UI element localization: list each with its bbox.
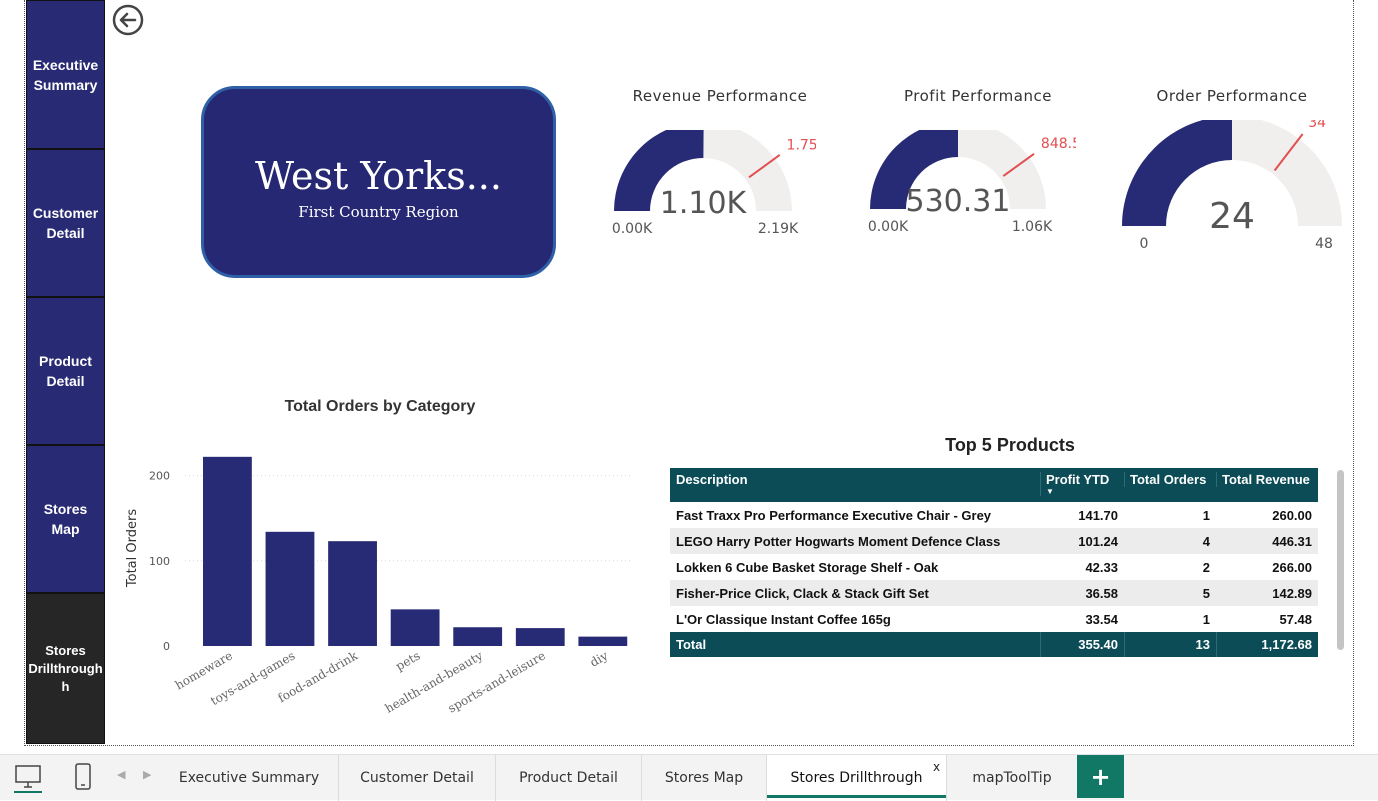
cell-description: LEGO Harry Potter Hogwarts Moment Defenc… [676,533,1001,549]
gauge-max-label: 1.06K [1012,219,1053,235]
y-axis-title: Total Orders [125,509,140,588]
cell-description: Fast Traxx Pro Performance Executive Cha… [676,507,992,523]
header-profit-ytd[interactable]: Profit YTD ▼ [1040,472,1124,496]
profit-gauge: 848.57 530.310.00K 1.06K [868,130,1076,235]
profit-gauge-title: Profit Performance [904,87,1052,105]
bar-pets [390,609,440,646]
table-row[interactable]: Fisher-Price Click, Clack & Stack Gift S… [670,580,1318,606]
cell-total-revenue: 446.31 [1272,533,1312,549]
cell-profit-ytd: 101.24 [1078,533,1118,549]
cell-total-revenue: 142.89 [1272,585,1312,601]
gauge-target-label: 34 [1308,120,1326,131]
desktop-view-icon[interactable] [14,763,42,793]
sort-descending-icon: ▼ [1046,487,1054,496]
region-subtitle: First Country Region [298,203,459,221]
bar-health-and-beauty [453,627,503,646]
bar-food-and-drink [328,541,377,646]
header-description[interactable]: Description [670,472,1040,487]
table-title: Top 5 Products [945,435,1075,455]
bar-homeware [203,456,252,646]
tab-executive-summary[interactable]: Executive Summary [160,755,339,801]
back-arrow-circle-icon[interactable] [112,4,144,36]
nav-button-customer-detail[interactable]: Customer Detail [26,149,105,297]
gauge-min-label: 0.00K [868,219,909,235]
gauge-target-label: 848.57 [1041,136,1076,152]
bar-sports-and-leisure [515,628,565,646]
cell-total-orders: 1 [1202,507,1210,523]
gauge-max-label: 2.19K [758,221,799,237]
table-scrollbar[interactable] [1337,470,1344,650]
mobile-view-icon[interactable] [74,763,92,791]
gauge-value-label: 24 [1209,196,1255,237]
bar-chart-title: Total Orders by Category [284,398,476,415]
x-tick-label: pets [393,648,422,673]
region-title: West Yorks... [255,154,502,198]
cell-profit-ytd: 42.33 [1085,559,1118,575]
tab-stores-drillthrough[interactable]: Stores Drillthrough [767,755,947,801]
revenue-gauge: 1.75K 1.10K 0.00K 2.19K [612,130,816,237]
order-gauge-title: Order Performance [1156,87,1308,105]
y-tick-label: 200 [149,470,170,483]
table-row[interactable]: Fast Traxx Pro Performance Executive Cha… [670,502,1318,528]
y-tick-label: 0 [163,640,170,653]
total-orders: 13 [1124,632,1216,657]
add-page-button[interactable]: + [1077,755,1124,798]
table-total-row: Total 355.40 13 1,172.68 [670,632,1318,657]
cell-description: L'Or Classique Instant Coffee 165g [676,611,891,627]
cell-total-orders: 4 [1202,533,1210,549]
cell-profit-ytd: 36.58 [1085,585,1118,601]
orders-by-category-chart: 0100200Total Ordershomewaretoys-and-game… [125,456,633,716]
table-row[interactable]: Lokken 6 Cube Basket Storage Shelf - Oak… [670,554,1318,580]
bar-toys-and-games [265,531,315,646]
page-tab-bar: Executive Summary Customer Detail Produc… [0,754,1378,801]
table-header-row: Description Profit YTD ▼ Total Orders Tot… [670,468,1318,502]
cell-total-orders: 5 [1202,585,1210,601]
gauge-target-label: 1.75K [787,137,816,153]
cell-description: Lokken 6 Cube Basket Storage Shelf - Oak [676,559,939,575]
order-gauge: 34 24 0 48 [1122,120,1342,252]
gauge-min-label: 0.00K [612,221,653,237]
nav-button-stores-drillthrough[interactable]: Stores Drillthrough h [26,593,105,744]
header-total-orders[interactable]: Total Orders [1124,472,1216,487]
cell-profit-ytd: 33.54 [1085,611,1118,627]
tab-product-detail[interactable]: Product Detail [496,755,642,801]
cell-total-revenue: 266.00 [1272,559,1312,575]
scroll-tabs-left-icon[interactable]: ◀ [117,768,125,781]
nav-button-executive-summary[interactable]: Executive Summary [26,0,105,149]
revenue-gauge-title: Revenue Performance [632,87,808,105]
tab-maptooltip[interactable]: mapToolTip [947,755,1077,801]
cell-total-revenue: 57.48 [1279,611,1312,627]
gauge-max-label: 48 [1315,236,1333,252]
page-navigator: Executive Summary Customer Detail Produc… [26,0,106,744]
tab-stores-map[interactable]: Stores Map [642,755,767,801]
bar-diy [578,636,628,646]
cell-profit-ytd: 141.70 [1078,507,1118,523]
top-products-table: Description Profit YTD ▼ Total Orders Tot… [670,468,1318,657]
scroll-tabs-right-icon[interactable]: ▶ [143,768,151,781]
cell-total-revenue: 260.00 [1272,507,1312,523]
header-total-revenue[interactable]: Total Revenue [1216,472,1318,487]
table-row[interactable]: L'Or Classique Instant Coffee 165g 33.54… [670,606,1318,632]
gauge-min-label: 0 [1140,236,1149,252]
total-profit-ytd: 355.40 [1040,632,1124,657]
gauge-value-label: 530.31 [906,184,1011,219]
region-card: West Yorks... First Country Region [201,86,556,278]
nav-button-product-detail[interactable]: Product Detail [26,297,105,445]
cell-total-orders: 1 [1202,611,1210,627]
x-tick-label: diy [587,648,610,669]
table-row[interactable]: LEGO Harry Potter Hogwarts Moment Defenc… [670,528,1318,554]
close-tab-icon[interactable]: x [933,760,940,774]
total-revenue: 1,172.68 [1216,632,1318,657]
tab-customer-detail[interactable]: Customer Detail [339,755,496,801]
header-profit-ytd-label: Profit YTD [1046,472,1110,487]
total-label: Total [676,637,707,652]
y-tick-label: 100 [149,555,170,568]
cell-total-orders: 2 [1202,559,1210,575]
cell-description: Fisher-Price Click, Clack & Stack Gift S… [676,585,929,601]
nav-button-stores-map[interactable]: Stores Map [26,445,105,593]
gauge-value-label: 1.10K [660,186,748,221]
